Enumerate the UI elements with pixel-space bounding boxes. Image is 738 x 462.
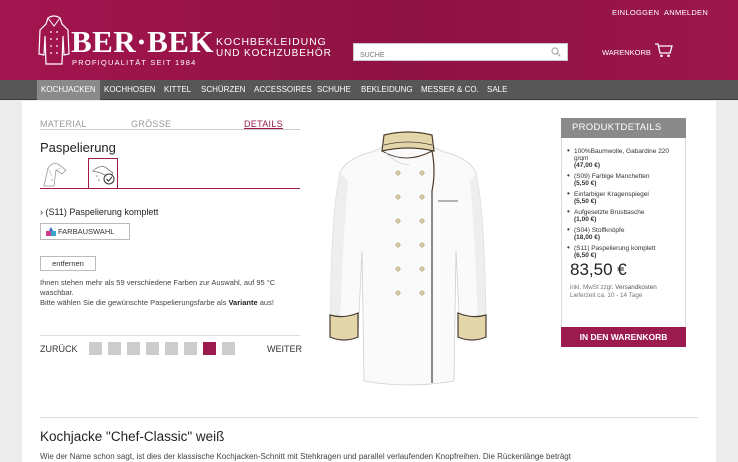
product-title: Kochjacke "Chef-Classic" weiß [40,429,225,444]
info-text: Ihnen stehen mehr als 59 verschiedene Fa… [40,278,302,308]
details-list: • 100%Baumwolle, Gabardine 220 g/qm (47,00… [561,138,686,331]
option-title: Paspelierung [40,140,116,155]
search-input[interactable] [354,47,544,64]
logo-subline: PROFIQUALITÄT SEIT 1984 [72,58,197,67]
product-image-chef-jacket [329,131,487,386]
product-details-panel: PRODUKTDETAILS • 100%Baumwolle, Gabardine… [561,118,686,350]
cart-icon[interactable] [654,42,674,58]
main-nav: KOCHJACKEN KOCHHOSEN KITTEL SCHÜRZEN ACC… [0,80,738,100]
option-thumb-piping[interactable] [88,158,118,188]
product-description: Wie der Name schon sagt, ist dies der kl… [40,452,571,461]
product-price: 83,50 € [570,260,627,279]
tab-divider [40,129,300,130]
chevron-right-icon: › [40,207,43,217]
tab-details[interactable]: DETAILS [244,119,283,129]
cart-link[interactable]: WARENKORB [602,48,651,57]
selected-option[interactable]: › (S11) Paspelierung komplett [40,207,158,217]
detail-item: • Einfarbiger Kragenspiegel (5,50 €) [567,189,649,206]
search-box [353,43,568,64]
pager-divider [40,335,300,336]
content-divider [40,417,698,418]
info-line-1: Ihnen stehen mehr als 59 verschiedene Fa… [40,278,276,297]
step-dot[interactable] [184,342,197,355]
tagline-line-2: UND KOCHZUBEHÖR [216,48,332,59]
option-thumb-sleeve[interactable] [40,158,70,188]
details-title: PRODUKTDETAILS [561,118,686,138]
tab-material[interactable]: MATERIAL [40,119,87,129]
logo[interactable]: BER·BEK PROFIQUALITÄT SEIT 1984 [38,12,214,70]
search-icon[interactable] [551,47,561,57]
jacket-sleeve-icon [43,163,67,187]
nav-item-kochjacken[interactable]: KOCHJACKEN [37,80,100,100]
detail-item: • (S04) Stoffknöpfe (18,00 €) [567,225,625,242]
nav-item-messer[interactable]: MESSER & CO. [421,80,479,100]
nav-item-bekleidung[interactable]: BEKLEIDUNG [361,80,413,100]
detail-item: • Aufgesetzte Brusttasche (1,00 €) [567,207,645,224]
nav-item-accessoires[interactable]: ACCESSOIRES [254,80,312,100]
nav-item-kittel[interactable]: KITTEL [164,80,191,100]
tagline-line-1: KOCHBEKLEIDUNG [216,36,327,48]
add-to-cart-button[interactable]: IN DEN WARENKORB [561,327,686,347]
register-link[interactable]: ANMELDEN [664,8,708,17]
info-line-2: Bitte wählen Sie die gewünschte Paspelie… [40,298,274,307]
detail-item: • 100%Baumwolle, Gabardine 220 g/qm (47,00… [567,146,670,170]
step-dot[interactable] [89,342,102,355]
detail-item: • (S09) Farbige Manchetten (5,50 €) [567,171,650,188]
step-dot[interactable] [222,342,235,355]
nav-item-schuhe[interactable]: SCHUHE [317,80,351,100]
next-button[interactable]: WEITER [267,344,302,354]
jacket-collar-icon [92,166,115,185]
tab-groesse[interactable]: GRÖSSE [131,119,171,129]
nav-item-schuerzen[interactable]: SCHÜRZEN [201,80,245,100]
tagline: KOCHBEKLEIDUNG UND KOCHZUBEHÖR [216,36,332,60]
step-dot-active[interactable] [203,342,216,355]
nav-item-kochhosen[interactable]: KOCHHOSEN [104,80,156,100]
detail-item: • (S11) Paspelierung komplett (6,50 €) [567,243,656,260]
color-select-button[interactable]: FARBAUSWAHL [40,223,130,240]
info-variant: Variante [228,298,258,307]
step-dot[interactable] [165,342,178,355]
site-header: BER·BEK PROFIQUALITÄT SEIT 1984 KOCHBEKL… [0,0,738,80]
remove-button[interactable]: entfernen [40,256,96,271]
nav-item-sale[interactable]: SALE [487,80,507,100]
selected-option-label: (S11) Paspelierung komplett [45,207,159,217]
login-link[interactable]: EINLOGGEN [612,8,659,17]
logo-wordmark: BER·BEK [71,24,215,59]
back-button[interactable]: ZURÜCK [40,344,78,354]
price-note: inkl. MwSt zzgl. Versandkosten Lieferzei… [570,284,657,299]
shipping-link[interactable]: Versandkosten [615,284,657,291]
step-dot[interactable] [146,342,159,355]
option-divider [40,188,300,189]
step-dot[interactable] [127,342,140,355]
main-content: MATERIAL GRÖSSE DETAILS Paspelierung › (… [22,101,716,462]
step-dot[interactable] [108,342,121,355]
delivery-time: Lieferzeit ca. 10 - 14 Tage [570,292,643,299]
color-select-label: FARBAUSWAHL [58,227,115,236]
chef-jacket-logo-icon [38,15,70,65]
color-swatch-icon [46,227,56,236]
